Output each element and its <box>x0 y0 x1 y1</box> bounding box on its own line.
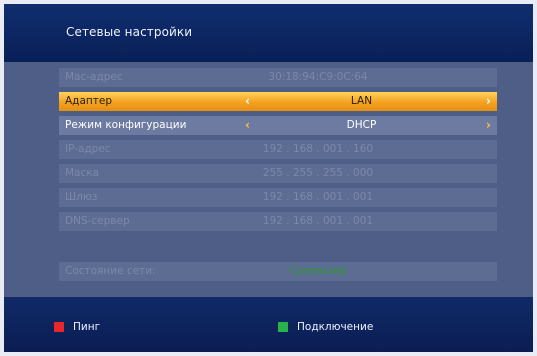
config-mode-value: DHCP <box>346 119 377 131</box>
footer-bar: Пинг Подключение <box>4 297 533 352</box>
adapter-label: Адаптер <box>65 95 112 107</box>
network-settings-screen: Сетевые настройки Mac-адрес 30:18:94:C9:… <box>4 4 533 352</box>
chevron-right-icon[interactable]: › <box>486 92 491 111</box>
row-config-mode[interactable]: Режим конфигурации ‹ DHCP › <box>59 116 497 135</box>
chevron-right-icon[interactable]: › <box>486 116 491 135</box>
green-key-icon <box>278 322 288 332</box>
adapter-value: LAN <box>350 95 373 107</box>
row-mac-address: Mac-адрес 30:18:94:C9:0C:64 <box>59 68 497 87</box>
chevron-left-icon[interactable]: ‹ <box>245 92 250 111</box>
connect-label: Подключение <box>297 321 374 333</box>
connect-key[interactable]: Подключение <box>278 320 373 334</box>
row-gateway[interactable]: Шлюз 192 . 168 . 001 . 001 <box>59 188 497 207</box>
row-ip-address[interactable]: IP-адрес 192 . 168 . 001 . 160 <box>59 140 497 159</box>
chevron-left-icon[interactable]: ‹ <box>245 116 250 135</box>
dns-server-value: 192 . 168 . 001 . 001 <box>262 215 374 227</box>
config-mode-label: Режим конфигурации <box>65 119 187 131</box>
page-title: Сетевые настройки <box>66 25 193 39</box>
row-network-status: Состояние сети: Connected <box>59 262 497 281</box>
mask-value: 255 . 255 . 255 . 000 <box>262 167 374 179</box>
ip-address-value: 192 . 168 . 001 . 160 <box>262 143 374 155</box>
ping-key[interactable]: Пинг <box>54 320 100 334</box>
mac-address-value: 30:18:94:C9:0C:64 <box>268 71 368 83</box>
header-bar: Сетевые настройки <box>4 4 533 62</box>
ping-label: Пинг <box>73 321 101 333</box>
row-adapter[interactable]: Адаптер ‹ LAN › <box>59 92 497 111</box>
gateway-value: 192 . 168 . 001 . 001 <box>262 191 374 203</box>
row-dns-server[interactable]: DNS-сервер 192 . 168 . 001 . 001 <box>59 212 497 231</box>
row-mask[interactable]: Маска 255 . 255 . 255 . 000 <box>59 164 497 183</box>
network-status-value: Connected <box>289 265 347 277</box>
red-key-icon <box>54 322 64 332</box>
